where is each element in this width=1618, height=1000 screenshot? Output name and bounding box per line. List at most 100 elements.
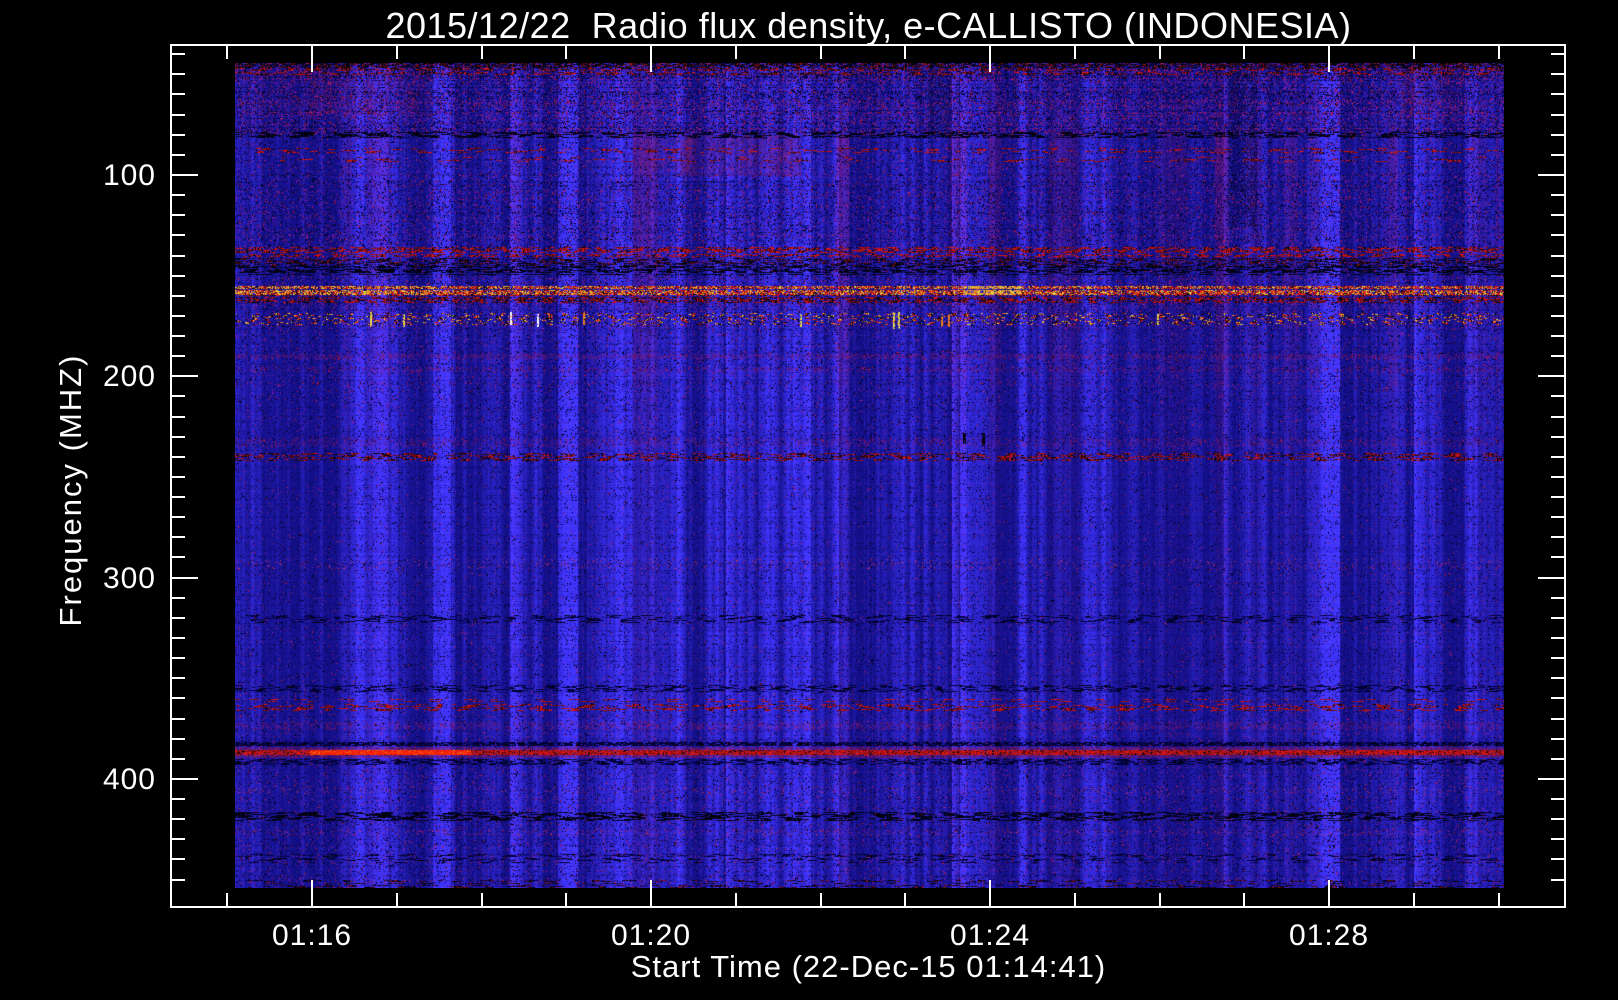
axis-tick — [820, 893, 822, 906]
chart-title: 2015/12/22 Radio flux density, e-CALLIST… — [385, 5, 1352, 46]
axis-tick — [1551, 275, 1564, 277]
axis-tick — [1413, 46, 1415, 59]
axis-tick — [1551, 335, 1564, 337]
axis-tick — [1498, 46, 1500, 59]
axis-tick — [1551, 194, 1564, 196]
axis-tick — [1498, 893, 1500, 906]
axis-tick — [172, 516, 185, 518]
axis-tick — [1538, 577, 1564, 579]
axis-tick — [1551, 315, 1564, 317]
axis-tick — [1551, 234, 1564, 236]
axis-tick — [1328, 46, 1330, 72]
axis-tick — [989, 46, 991, 72]
axis-tick — [172, 556, 185, 558]
axis-tick — [735, 893, 737, 906]
axis-tick — [396, 893, 398, 906]
axis-tick — [1074, 46, 1076, 59]
axis-tick — [172, 174, 198, 176]
axis-tick — [1551, 597, 1564, 599]
axis-tick — [1551, 818, 1564, 820]
axis-tick — [904, 46, 906, 59]
axis-tick — [989, 880, 991, 906]
axis-tick — [172, 335, 185, 337]
axis-tick — [481, 893, 483, 906]
axis-tick — [172, 677, 185, 679]
axis-tick — [1551, 677, 1564, 679]
axis-tick — [172, 858, 185, 860]
axis-tick — [1551, 697, 1564, 699]
axis-tick — [172, 577, 198, 579]
axis-tick — [172, 73, 185, 75]
axis-tick — [172, 234, 185, 236]
axis-tick — [1538, 778, 1564, 780]
axis-tick — [172, 617, 185, 619]
axis-tick — [1328, 880, 1330, 906]
axis-tick — [172, 53, 185, 55]
axis-tick — [172, 436, 185, 438]
axis-tick — [1551, 154, 1564, 156]
axis-tick — [172, 456, 185, 458]
axis-tick — [1551, 255, 1564, 257]
axis-tick — [1551, 436, 1564, 438]
axis-tick — [172, 194, 185, 196]
axis-tick — [172, 536, 185, 538]
axis-tick — [1551, 496, 1564, 498]
axis-tick — [1551, 476, 1564, 478]
axis-tick — [1551, 657, 1564, 659]
y-tick-label: 300 — [102, 562, 156, 595]
axis-tick — [1538, 375, 1564, 377]
axis-tick — [1551, 718, 1564, 720]
axis-tick — [735, 46, 737, 59]
axis-tick — [1551, 456, 1564, 458]
y-tick-label: 400 — [102, 763, 156, 796]
axis-tick — [1413, 893, 1415, 906]
axis-tick — [172, 879, 185, 881]
axis-tick — [172, 738, 185, 740]
axis-tick — [1551, 395, 1564, 397]
axis-tick — [172, 154, 185, 156]
axis-tick — [172, 657, 185, 659]
axis-tick — [1551, 416, 1564, 418]
axis-tick — [172, 375, 198, 377]
axis-tick — [1243, 46, 1245, 59]
plot-frame — [170, 44, 1566, 908]
axis-tick — [1551, 114, 1564, 116]
axis-tick — [1551, 798, 1564, 800]
axis-tick — [226, 46, 228, 59]
axis-tick — [1551, 858, 1564, 860]
axis-tick — [1551, 838, 1564, 840]
axis-tick — [172, 597, 185, 599]
x-tick-label: 01:24 — [949, 919, 1031, 952]
x-tick-label: 01:16 — [271, 919, 353, 952]
x-tick-label: 01:20 — [610, 919, 692, 952]
axis-tick — [481, 46, 483, 59]
axis-tick — [1538, 174, 1564, 176]
axis-tick — [172, 697, 185, 699]
axis-tick — [820, 46, 822, 59]
y-tick-label: 100 — [102, 159, 156, 192]
x-axis-label: Start Time (22-Dec-15 01:14:41) — [630, 949, 1107, 984]
axis-tick — [172, 395, 185, 397]
x-tick-label: 01:28 — [1288, 919, 1370, 952]
axis-tick — [172, 718, 185, 720]
axis-tick — [172, 798, 185, 800]
axis-tick — [172, 838, 185, 840]
axis-tick — [226, 893, 228, 906]
axis-tick — [1551, 637, 1564, 639]
axis-tick — [1551, 295, 1564, 297]
axis-tick — [1551, 134, 1564, 136]
axis-tick — [311, 46, 313, 72]
axis-tick — [1551, 516, 1564, 518]
axis-tick — [1551, 214, 1564, 216]
axis-tick — [650, 880, 652, 906]
axis-tick — [1551, 93, 1564, 95]
axis-tick — [172, 255, 185, 257]
axis-tick — [1551, 355, 1564, 357]
spectrogram-view: 2015/12/22 Radio flux density, e-CALLIST… — [0, 0, 1618, 1000]
axis-tick — [396, 46, 398, 59]
axis-tick — [311, 880, 313, 906]
axis-tick — [904, 893, 906, 906]
axis-tick — [1551, 536, 1564, 538]
axis-tick — [1243, 893, 1245, 906]
y-tick-label: 200 — [102, 360, 156, 393]
